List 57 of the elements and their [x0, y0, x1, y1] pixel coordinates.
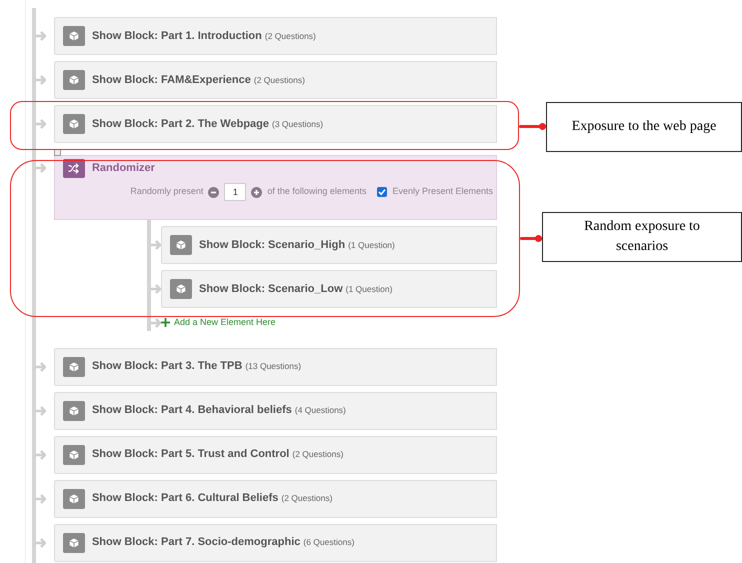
block-icon	[62, 532, 85, 552]
block-title: Show Block: Part 6. Cultural Beliefs	[92, 491, 278, 506]
add-element-link[interactable]: Add a New Element Here	[161, 316, 276, 330]
randomly-present-label: Randomly present	[130, 185, 204, 198]
question-count: (2 Questions)	[254, 74, 305, 86]
block-title: Show Block: Part 4. Behavioral beliefs	[92, 403, 292, 418]
plus-icon	[253, 188, 260, 196]
decrease-button[interactable]	[208, 186, 220, 198]
show-block[interactable]: Show Block: Part 6. Cultural Beliefs (2 Questions)	[54, 480, 497, 518]
question-count: (13 Questions)	[245, 360, 302, 373]
block-title: Show Block: Part 1. Introduction	[92, 28, 262, 44]
show-block[interactable]: Show Block: Scenario_Low (1 Question)	[161, 270, 497, 308]
question-count: (3 Questions)	[272, 118, 324, 130]
block-icon	[62, 400, 85, 420]
evenly-label: Evenly Present Elements	[392, 185, 493, 198]
show-block[interactable]: Show Block: Part 2. The Webpage (3 Questions)	[54, 105, 497, 143]
minus-icon	[210, 188, 218, 196]
question-count: (1 Question)	[348, 238, 395, 252]
block-icon	[170, 235, 192, 255]
block-title: Show Block: Scenario_Low	[199, 282, 343, 297]
question-count: (1 Question)	[346, 282, 392, 296]
block-title: Show Block: Part 5. Trust and Control	[92, 447, 290, 462]
leader-line	[519, 125, 546, 128]
block-icon	[62, 114, 85, 134]
increase-button[interactable]	[251, 186, 262, 198]
show-block[interactable]: Show Block: Part 4. Behavioral beliefs (4 Questions)	[54, 392, 497, 430]
block-title: Show Block: Part 7. Socio-demographic	[92, 535, 300, 550]
following-elements-label: of the following elements	[267, 185, 366, 198]
show-block[interactable]: Show Block: FAM&Experience (2 Questions)	[54, 61, 497, 99]
block-title: Show Block: Scenario_High	[199, 238, 346, 253]
leader-line	[520, 237, 542, 240]
count-input[interactable]: 1	[224, 183, 246, 201]
randomizer-title: Randomizer	[92, 161, 155, 176]
question-count: (2 Questions)	[264, 30, 316, 42]
annotation-callout: Random exposure to scenarios	[542, 212, 742, 262]
block-icon	[62, 356, 85, 376]
question-count: (6 Questions)	[303, 536, 354, 549]
question-count: (4 Questions)	[294, 404, 346, 417]
show-block[interactable]: Show Block: Scenario_High (1 Question)	[161, 226, 497, 264]
evenly-checkbox[interactable]	[377, 187, 388, 197]
block-icon	[62, 26, 85, 46]
show-block[interactable]: Show Block: Part 3. The TPB (13 Questions)	[54, 348, 497, 386]
block-title: Show Block: Part 2. The Webpage	[92, 116, 270, 132]
block-icon	[62, 444, 85, 464]
block-title: Show Block: FAM&Experience	[92, 72, 251, 88]
show-block[interactable]: Show Block: Part 1. Introduction (2 Questions)	[54, 17, 497, 55]
show-block[interactable]: Show Block: Part 7. Socio-demographic (6 Questions)	[54, 524, 497, 562]
annotation-callout: Exposure to the web page	[546, 102, 742, 152]
block-icon	[62, 70, 85, 90]
question-count: (2 Questions)	[281, 492, 332, 505]
question-count: (2 Questions)	[292, 448, 344, 461]
show-block[interactable]: Show Block: Part 5. Trust and Control (2 Questions)	[54, 436, 497, 474]
shuffle-icon	[62, 159, 85, 178]
block-title: Show Block: Part 3. The TPB	[92, 359, 242, 374]
block-icon	[62, 488, 85, 508]
block-icon	[170, 279, 192, 299]
plus-icon	[161, 318, 170, 328]
